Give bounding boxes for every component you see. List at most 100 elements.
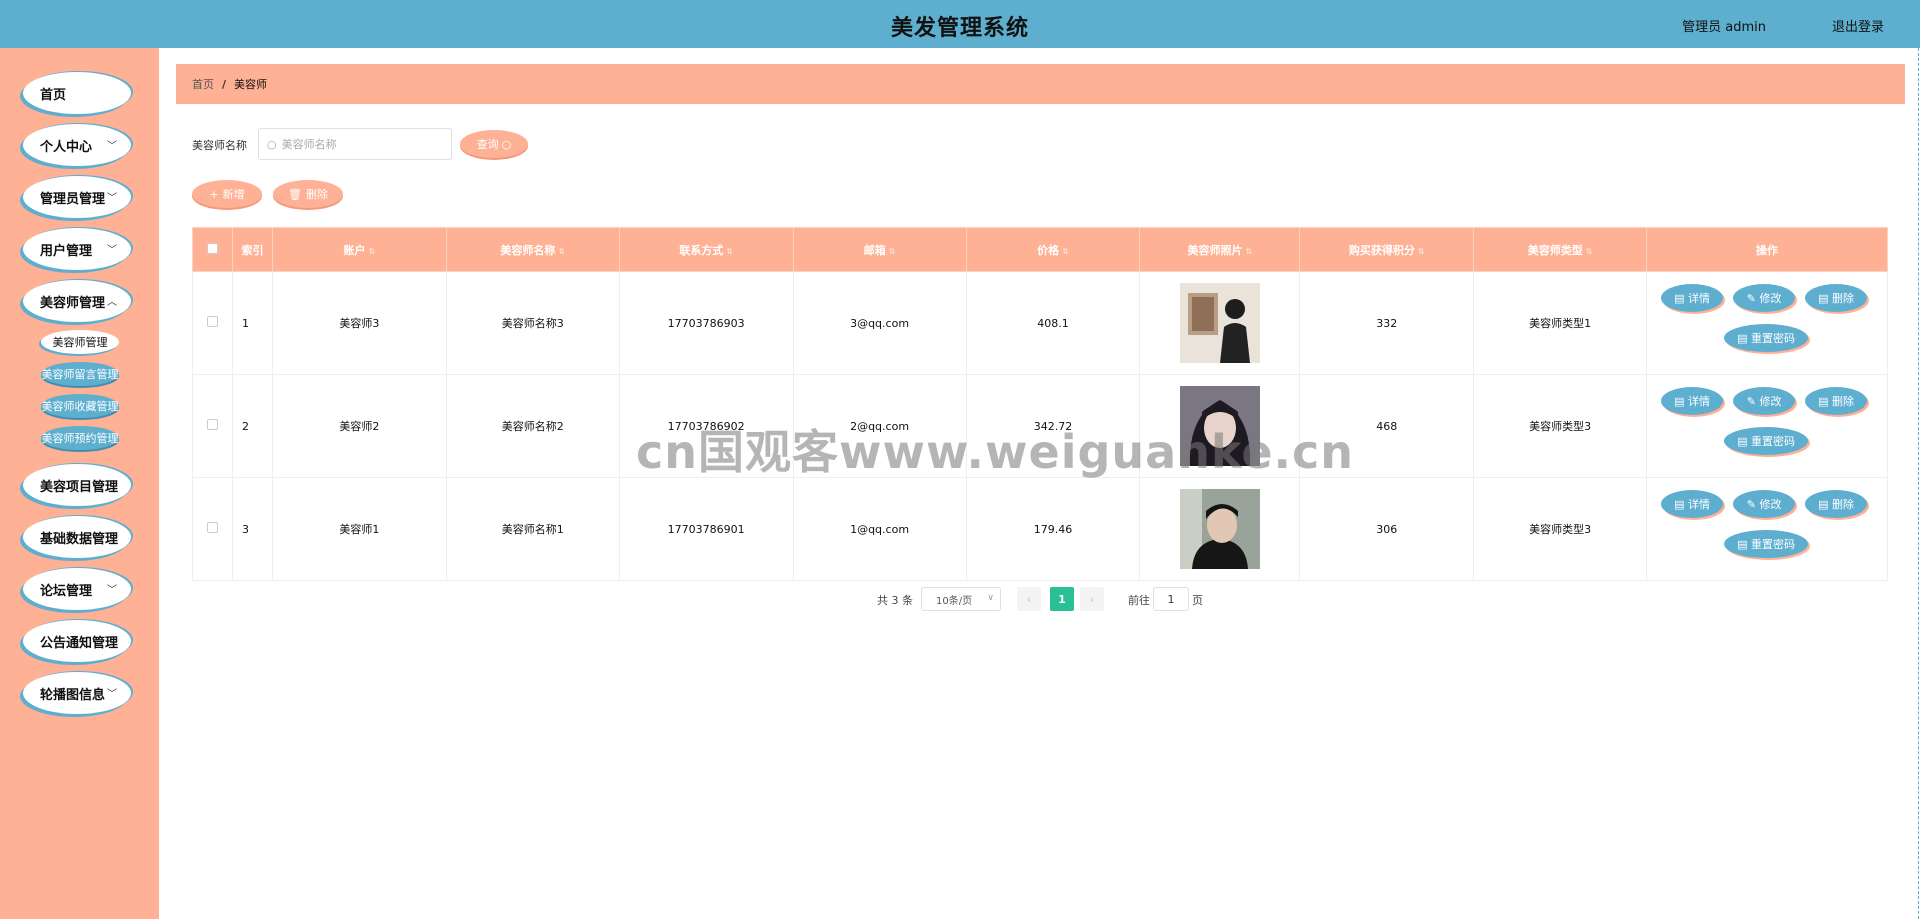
select-all-checkbox[interactable] — [206, 242, 218, 254]
document-icon: ▤ — [1674, 497, 1689, 511]
sidebar-item-home[interactable]: 首页 — [23, 72, 131, 114]
trash-icon: 🗑 — [288, 187, 302, 201]
page-size-select[interactable]: 10条/页 ∨ — [921, 587, 1001, 611]
reset-password-button[interactable]: ▤ 重置密码 — [1724, 324, 1809, 352]
add-button-label: 新增 — [222, 188, 245, 201]
sort-icon[interactable]: ⇅ — [1586, 247, 1593, 256]
cell-account: 美容师1 — [271, 477, 447, 581]
sort-icon[interactable]: ⇅ — [1246, 247, 1253, 256]
sort-icon[interactable]: ⇅ — [558, 247, 565, 256]
table-row: 3 美容师1 美容师名称1 17703786901 1@qq.com 179.4… — [192, 477, 1888, 581]
sidebar-item-label: 个人中心 — [40, 139, 93, 155]
sidebar-item-label: 美容项目管理 — [40, 479, 119, 495]
sidebar-item-notices[interactable]: 公告通知管理 — [23, 620, 131, 662]
cell-index: 3 — [231, 477, 273, 581]
cell-index: 1 — [231, 271, 273, 375]
column-header-type[interactable]: 美容师类型 ⇅ — [1473, 227, 1648, 272]
sidebar-item-beauticians[interactable]: 美容师管理 ︿ — [23, 280, 131, 322]
document-icon: ▤ — [1737, 434, 1752, 448]
column-header-email[interactable]: 邮箱 ⇅ — [792, 227, 967, 272]
row-checkbox[interactable] — [206, 316, 218, 327]
edit-button[interactable]: ✎ 修改 — [1733, 387, 1796, 415]
column-header-points[interactable]: 购买获得积分 ⇅ — [1299, 227, 1475, 272]
query-button[interactable]: 查询 ○ — [460, 130, 528, 158]
reset-password-button[interactable]: ▤ 重置密码 — [1724, 427, 1809, 455]
column-header-phone[interactable]: 联系方式 ⇅ — [618, 227, 794, 272]
select-all-header[interactable] — [192, 227, 233, 272]
logout-link[interactable]: 退出登录 — [1832, 16, 1884, 35]
chevron-down-icon: ﹀ — [107, 689, 117, 700]
column-header-account[interactable]: 账户 ⇅ — [271, 227, 447, 272]
row-delete-button[interactable]: ▤ 删除 — [1805, 387, 1868, 415]
sort-icon[interactable]: ⇅ — [1418, 247, 1425, 256]
query-button-label: 查询 — [476, 138, 499, 151]
watermark: cn国观客www.weiguanke.cn — [636, 425, 1355, 479]
row-checkbox[interactable] — [206, 522, 218, 533]
document-icon: ▤ — [1737, 331, 1752, 345]
cell-index: 2 — [231, 374, 273, 478]
cell-name: 美容师名称1 — [445, 477, 620, 581]
edit-button[interactable]: ✎ 修改 — [1733, 284, 1796, 312]
table-header-row: 索引 账户 ⇅ 美容师名称 ⇅ 联系方式 ⇅ 邮箱 ⇅ 价格 ⇅ 美容师照片 ⇅ 购买获得积… — [192, 227, 1888, 272]
chevron-down-icon: ﹀ — [107, 585, 117, 596]
beautician-photo[interactable] — [1179, 283, 1260, 363]
sidebar-item-users[interactable]: 用户管理 ﹀ — [23, 228, 131, 270]
document-icon: ▤ — [1674, 291, 1689, 305]
search-icon: ○ — [501, 137, 512, 151]
chevron-down-icon: ﹀ — [107, 141, 117, 152]
sidebar-item-profile[interactable]: 个人中心 ﹀ — [23, 124, 131, 166]
prev-page-button[interactable]: ‹ — [1017, 587, 1041, 611]
sidebar: 首页 个人中心 ﹀ 管理员管理 ﹀ 用户管理 ﹀ 美容师管理 ︿ 美容师管理 美… — [0, 48, 159, 919]
cell-type: 美容师类型3 — [1473, 374, 1648, 478]
document-icon: ▤ — [1737, 537, 1752, 551]
detail-button[interactable]: ▤ 详情 — [1661, 490, 1724, 518]
cell-photo — [1139, 271, 1301, 375]
cell-points: 306 — [1299, 477, 1475, 581]
column-header-name[interactable]: 美容师名称 ⇅ — [445, 227, 620, 272]
sidebar-subitem-beautician-messages[interactable]: 美容师留言管理 — [41, 362, 119, 386]
sort-icon[interactable]: ⇅ — [369, 247, 376, 256]
column-header-price[interactable]: 价格 ⇅ — [965, 227, 1141, 272]
breadcrumb-home[interactable]: 首页 — [192, 76, 214, 92]
beautician-photo[interactable] — [1179, 489, 1260, 569]
detail-button[interactable]: ▤ 详情 — [1661, 387, 1724, 415]
cell-name: 美容师名称2 — [445, 374, 620, 478]
pencil-icon: ✎ — [1746, 497, 1760, 511]
sidebar-item-forum[interactable]: 论坛管理 ﹀ — [23, 568, 131, 610]
add-button[interactable]: + 新增 — [192, 180, 262, 208]
detail-button[interactable]: ▤ 详情 — [1661, 284, 1724, 312]
cell-phone: 17703786901 — [618, 477, 794, 581]
row-delete-button[interactable]: ▤ 删除 — [1805, 284, 1868, 312]
sidebar-item-admins[interactable]: 管理员管理 ﹀ — [23, 176, 131, 218]
search-icon: ○ — [267, 137, 277, 151]
next-page-button[interactable]: › — [1080, 587, 1104, 611]
sidebar-item-projects[interactable]: 美容项目管理 — [23, 464, 131, 506]
cell-points: 332 — [1299, 271, 1475, 375]
sidebar-item-basic-data[interactable]: 基础数据管理 — [23, 516, 131, 558]
sidebar-item-label: 论坛管理 — [40, 583, 93, 599]
sort-icon[interactable]: ⇅ — [726, 247, 733, 256]
row-delete-button[interactable]: ▤ 删除 — [1805, 490, 1868, 518]
page-size-value: 10条/页 — [936, 595, 973, 607]
sort-icon[interactable]: ⇅ — [889, 247, 896, 256]
page-suffix-label: 页 — [1192, 594, 1203, 607]
chevron-up-icon: ︿ — [107, 297, 117, 308]
column-header-photo[interactable]: 美容师照片 ⇅ — [1139, 227, 1301, 272]
chevron-down-icon: ﹀ — [107, 193, 117, 204]
goto-page-input[interactable]: 1 — [1153, 587, 1189, 611]
current-page-button[interactable]: 1 — [1050, 587, 1074, 611]
row-checkbox[interactable] — [206, 419, 218, 430]
sidebar-subitem-beautician-manage[interactable]: 美容师管理 — [41, 330, 119, 354]
search-placeholder: 美容师名称 — [281, 138, 337, 151]
cell-account: 美容师3 — [271, 271, 447, 375]
search-input[interactable]: ○ 美容师名称 — [258, 128, 452, 160]
edit-button[interactable]: ✎ 修改 — [1733, 490, 1796, 518]
reset-password-button[interactable]: ▤ 重置密码 — [1724, 530, 1809, 558]
current-user-label: 管理员 admin — [1682, 20, 1766, 35]
sidebar-subitem-beautician-bookings[interactable]: 美容师预约管理 — [41, 426, 119, 450]
delete-button[interactable]: 🗑 删除 — [273, 180, 343, 208]
cell-type: 美容师类型3 — [1473, 477, 1648, 581]
sidebar-item-carousel[interactable]: 轮播图信息 ﹀ — [23, 672, 131, 714]
sidebar-subitem-beautician-favorites[interactable]: 美容师收藏管理 — [41, 394, 119, 418]
sort-icon[interactable]: ⇅ — [1062, 247, 1069, 256]
